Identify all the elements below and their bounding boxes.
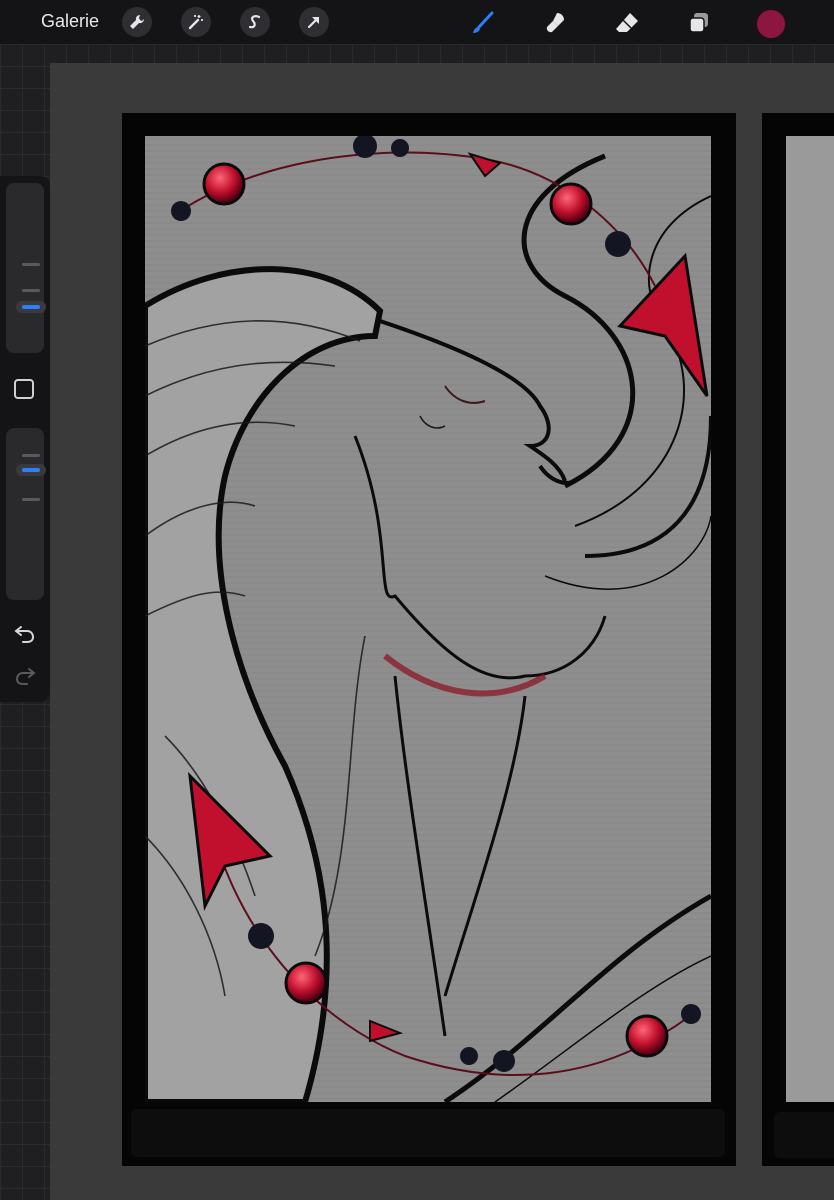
eraser-icon[interactable]: [612, 8, 642, 38]
opacity-knob[interactable]: [16, 464, 46, 476]
brush-size-knob[interactable]: [16, 301, 46, 313]
gallery-button[interactable]: Galerie: [41, 11, 99, 32]
smudge-icon[interactable]: [541, 8, 571, 38]
caption-box: [131, 1109, 725, 1157]
brush-icon[interactable]: [468, 8, 498, 38]
top-toolbar: Galerie: [0, 0, 834, 44]
brush-size-slider[interactable]: [6, 183, 46, 353]
slider-tick: [22, 498, 40, 501]
next-page-panel: [786, 136, 834, 1102]
color-swatch-button[interactable]: [756, 9, 786, 39]
wrench-icon[interactable]: [122, 7, 152, 37]
opacity-slider[interactable]: [6, 428, 46, 600]
next-caption-box: [774, 1112, 834, 1158]
artwork-panel[interactable]: [145, 136, 711, 1102]
transform-arrow-icon[interactable]: [299, 7, 329, 37]
selection-s-icon[interactable]: [240, 7, 270, 37]
slider-tick: [22, 454, 40, 457]
undo-icon: [14, 626, 35, 643]
artwork-illustration: [145, 136, 711, 1102]
magic-wand-icon[interactable]: [181, 7, 211, 37]
redo-button[interactable]: [13, 664, 37, 688]
redo-icon: [15, 668, 36, 685]
slider-tick: [22, 263, 40, 266]
undo-button[interactable]: [13, 622, 37, 646]
layers-icon[interactable]: [684, 8, 714, 38]
slider-tick: [22, 289, 40, 292]
modify-square-button[interactable]: [14, 379, 34, 399]
